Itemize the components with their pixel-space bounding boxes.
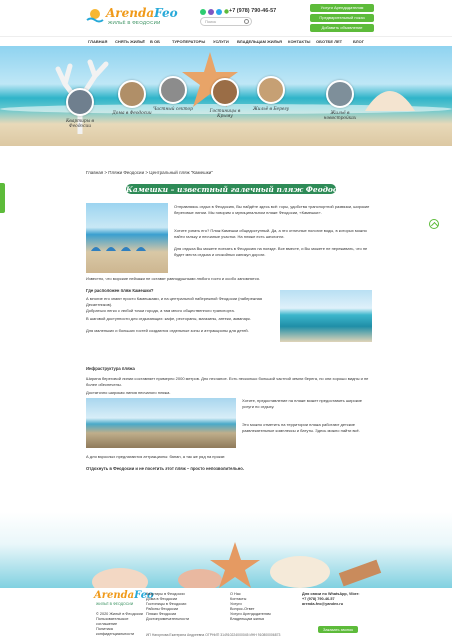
breadcrumb-current: Центральный пляж "Камешки" <box>149 170 213 175</box>
heading-infrastructure: Инфраструктура пляжа <box>86 366 135 371</box>
nav-item-contacts[interactable]: КОНТАКТЫ <box>288 39 310 44</box>
beach-photo-1 <box>86 203 168 273</box>
category-image <box>66 88 94 116</box>
scroll-up-button[interactable] <box>429 219 439 229</box>
paragraph-7: В шаговой доступности для отдыхающих: ка… <box>86 316 251 321</box>
paragraph-5: А многие его знают просто Камешками, и н… <box>86 296 263 307</box>
terms-link[interactable]: Пользовательское соглашение <box>96 617 146 627</box>
paragraph-4: Известно, что морские пейзажи не оставят… <box>86 276 260 281</box>
owners-services-button[interactable]: Услуги Арендодателям <box>310 4 374 12</box>
paragraph-12: Это можно отметить на территории пляжа р… <box>242 422 360 433</box>
category-seaside[interactable]: Жильё в Берегу <box>251 76 291 112</box>
paragraph-8: Для маленьких и больших гостей создаются… <box>86 328 249 333</box>
footer-legal: © 2020 Жильё в Феодосии Пользовательское… <box>96 612 146 637</box>
paragraph-6: Добраться легко с любой точки города, а … <box>86 308 235 313</box>
paragraph-10: Достаточно широкая линия песчаного пляжа… <box>86 390 171 395</box>
heading-where: Где расположен пляж Камешки? <box>86 288 154 293</box>
category-image <box>211 78 239 106</box>
footer-contacts: Для связи по WhatsApp, Viber: +7 (978) 7… <box>302 592 382 607</box>
paragraph-9: Ширина береговой линии составляет пример… <box>86 376 369 387</box>
preview-button[interactable]: Предварительный показ <box>310 14 374 22</box>
footer-logo-text: ArendaFeo <box>94 590 154 601</box>
category-image <box>159 76 187 104</box>
telegram-icon[interactable] <box>216 9 222 15</box>
breadcrumb: Главная > Пляжи Феодосии > Центральный п… <box>86 170 213 175</box>
footer-email[interactable]: arenda-feo@yandex.ru <box>302 602 382 607</box>
footer-col-listings: Квартиры в Феодосии Дома в Феодосии Гост… <box>146 592 216 622</box>
paragraph-3: Для отдыха Вы можете поехать в Феодосию … <box>174 246 368 257</box>
main-nav: ГЛАВНАЯ СНЯТЬ ЖИЛЬЁ В ОБ ТУРОПЕРАТОРЫ УС… <box>0 36 452 46</box>
add-listing-button[interactable]: Добавить объявление <box>310 24 374 32</box>
viber-icon[interactable] <box>208 9 214 15</box>
side-feedback-tab[interactable] <box>0 183 5 213</box>
umbrellas-illustration <box>91 247 146 251</box>
category-image <box>257 76 285 104</box>
footer-link[interactable]: Достопримечательности <box>146 617 216 622</box>
site-logo[interactable]: ArendaFeo ЖИЛЬЁ В ФЕОДОСИИ <box>86 6 178 28</box>
logo-text: ArendaFeo <box>106 6 178 20</box>
paragraph-13: А для взрослых предлагаются аттракционы:… <box>86 454 226 459</box>
category-new-buildings[interactable]: Жильё в новостройках <box>320 80 360 121</box>
shell-icon <box>365 91 415 111</box>
paragraph-11: Хотите, предоставление на пляже может пр… <box>242 398 362 409</box>
nav-item-blog[interactable]: БЛОГ <box>353 39 364 44</box>
nav-item-operators[interactable]: ТУРОПЕРАТОРЫ <box>172 39 205 44</box>
footer-logo[interactable]: ArendaFeo ЖИЛЬЁ В ФЕОДОСИИ <box>94 590 154 610</box>
closing-line: Отдохнуть в Феодосии и не посетить этот … <box>86 466 244 471</box>
footer-company-info: ИП Нагорнова Екатерина Андреевна ОГРНИП … <box>146 633 281 637</box>
nav-item-about[interactable]: В ОБ <box>150 39 160 44</box>
footer-link[interactable]: Владельцам жилья <box>230 617 300 622</box>
breadcrumb-home[interactable]: Главная <box>86 170 103 175</box>
breadcrumb-beaches[interactable]: Пляжи Феодосии <box>108 170 144 175</box>
search-input[interactable]: Поиск <box>200 17 252 26</box>
nav-item-services[interactable]: УСЛУГИ <box>213 39 229 44</box>
search-icon[interactable] <box>244 19 249 24</box>
privacy-link[interactable]: Политика конфиденциальности <box>96 627 146 637</box>
request-call-button[interactable]: Заказать звонок <box>318 626 358 633</box>
category-private[interactable]: Частный сектор <box>153 76 193 112</box>
nav-item-owners[interactable]: ВЛАДЕЛЬЦАМ ЖИЛЬЯ <box>237 39 282 44</box>
sun-wave-logo-icon <box>86 9 104 23</box>
logo-subtitle: ЖИЛЬЁ В ФЕОДОСИИ <box>108 20 161 25</box>
nav-item-rent[interactable]: СНЯТЬ ЖИЛЬЁ <box>115 39 145 44</box>
category-houses[interactable]: Дома в Феодосии <box>112 80 152 116</box>
site-header: ArendaFeo ЖИЛЬЁ В ФЕОДОСИИ +7 (978) 790-… <box>0 0 452 36</box>
footer-logo-subtitle: ЖИЛЬЁ В ФЕОДОСИИ <box>96 602 134 606</box>
category-hotels[interactable]: Гостиницы в Крыму <box>205 78 245 119</box>
footer-col-info: О Нас Контакты Услуги Вопрос-Ответ Услуг… <box>230 592 300 622</box>
category-image <box>118 80 146 108</box>
category-image <box>326 80 354 108</box>
intro-paragraph: Отправляясь отдых в Феодосию, Вы найдёте… <box>174 204 370 215</box>
page-title: Камешки – известный галечный пляж Феодос… <box>126 185 349 194</box>
nav-item-faq[interactable]: ОБОТБЕ ЛЕТ <box>316 39 342 44</box>
nav-item-home[interactable]: ГЛАВНАЯ <box>88 39 107 44</box>
paragraph-2: Хотите узнать его? Пляж Камешки общедост… <box>174 228 367 239</box>
beach-photo-3 <box>86 398 236 448</box>
whatsapp-icon[interactable] <box>200 9 206 15</box>
category-apartments[interactable]: Квартиры в Феодосии <box>60 88 100 129</box>
header-phone[interactable]: +7 (978) 790-46-57 <box>229 8 276 14</box>
beach-photo-2 <box>280 290 372 342</box>
